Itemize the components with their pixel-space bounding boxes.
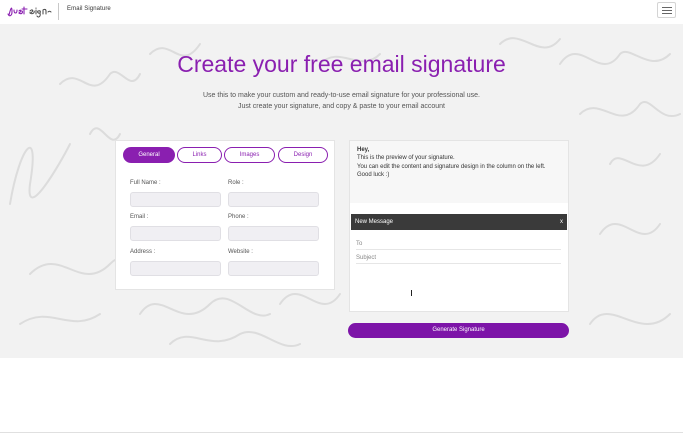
text-cursor-icon bbox=[411, 290, 412, 296]
hamburger-menu-button[interactable] bbox=[657, 2, 676, 18]
top-navbar: Email Signature bbox=[0, 0, 683, 24]
role-label: Role : bbox=[228, 180, 244, 186]
email-input[interactable] bbox=[130, 226, 221, 241]
email-label: Email : bbox=[130, 214, 149, 220]
generate-signature-button[interactable]: Generate Signature bbox=[348, 323, 569, 338]
full-name-label: Full Name : bbox=[130, 180, 161, 186]
product-name[interactable]: Email Signature bbox=[67, 6, 111, 12]
hamburger-icon bbox=[662, 7, 672, 8]
address-input[interactable] bbox=[130, 261, 221, 276]
tab-design[interactable]: Design bbox=[278, 147, 328, 163]
page-subtitle: Use this to make your custom and ready-t… bbox=[0, 90, 683, 112]
address-label: Address : bbox=[130, 249, 156, 255]
hamburger-icon-line bbox=[662, 13, 672, 14]
website-input[interactable] bbox=[228, 261, 319, 276]
tab-general[interactable]: General bbox=[123, 147, 175, 163]
new-message-header: New Message x bbox=[351, 214, 567, 230]
new-message-title: New Message bbox=[355, 219, 394, 225]
subtitle-line-2: Just create your signature, and copy & p… bbox=[237, 103, 445, 110]
hamburger-icon-line bbox=[662, 10, 672, 11]
full-name-input[interactable] bbox=[130, 192, 221, 207]
preview-message: Hey, This is the preview of your signatu… bbox=[350, 141, 568, 203]
mail-to-field[interactable]: To bbox=[356, 238, 561, 250]
logo-signature-image bbox=[7, 6, 52, 18]
preview-line-2: You can edit the content and signature d… bbox=[357, 163, 546, 170]
signature-form-card: General Links Images Design Full Name : … bbox=[115, 140, 335, 290]
close-icon[interactable]: x bbox=[560, 214, 563, 230]
phone-input[interactable] bbox=[228, 226, 319, 241]
tab-images[interactable]: Images bbox=[224, 147, 275, 163]
preview-line-1: This is the preview of your signature. bbox=[357, 155, 455, 162]
header-divider bbox=[58, 3, 59, 20]
preview-greeting: Hey, bbox=[357, 147, 370, 153]
mail-subject-field[interactable]: Subject bbox=[356, 252, 561, 264]
tab-links[interactable]: Links bbox=[177, 147, 222, 163]
subtitle-line-1: Use this to make your custom and ready-t… bbox=[202, 92, 481, 99]
phone-label: Phone : bbox=[228, 214, 249, 220]
justsign-logo[interactable] bbox=[6, 3, 52, 19]
signature-preview-card: Hey, This is the preview of your signatu… bbox=[349, 140, 569, 312]
preview-line-3: Good luck :) bbox=[357, 172, 390, 179]
mail-body[interactable] bbox=[356, 265, 561, 305]
website-label: Website : bbox=[228, 249, 253, 255]
page-title: Create your free email signature bbox=[177, 51, 506, 77]
role-input[interactable] bbox=[228, 192, 319, 207]
